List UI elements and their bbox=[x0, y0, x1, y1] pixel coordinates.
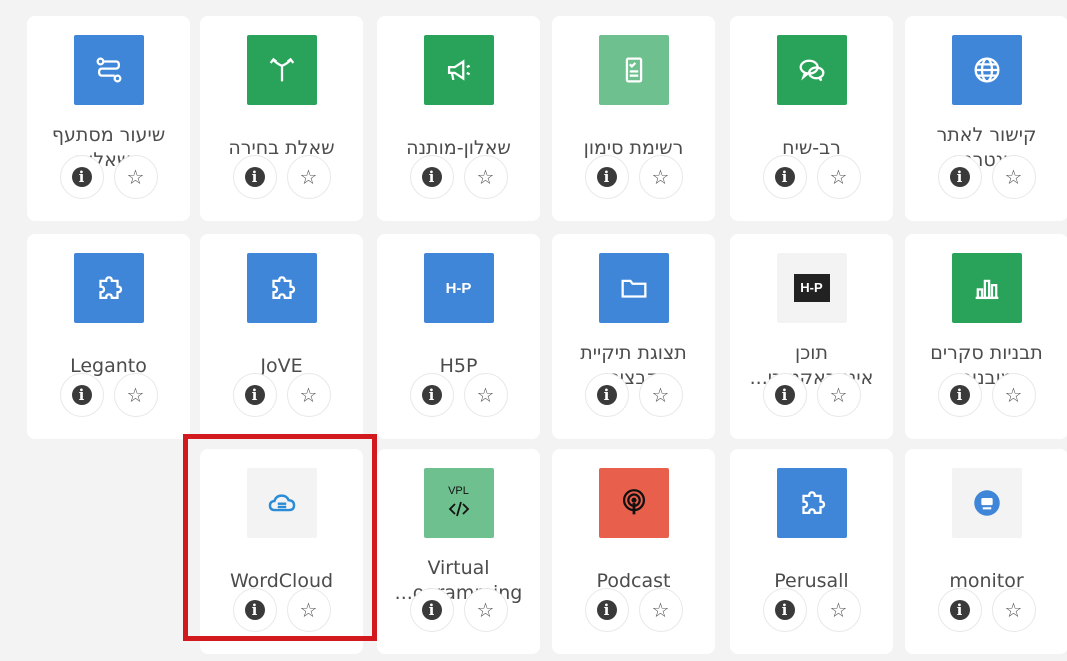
star-icon: ☆ bbox=[1004, 598, 1023, 622]
star-button[interactable]: ☆ bbox=[816, 588, 861, 632]
info-button[interactable]: i bbox=[584, 155, 629, 199]
star-icon: ☆ bbox=[651, 598, 670, 622]
info-button[interactable]: i bbox=[232, 155, 277, 199]
star-button[interactable]: ☆ bbox=[113, 155, 158, 199]
star-icon: ☆ bbox=[126, 165, 145, 189]
star-icon: ☆ bbox=[1004, 165, 1023, 189]
highlight-box bbox=[183, 434, 377, 641]
info-icon: i bbox=[596, 385, 617, 405]
star-icon: ☆ bbox=[829, 383, 848, 407]
info-button[interactable]: i bbox=[59, 155, 104, 199]
star-button[interactable]: ☆ bbox=[113, 373, 158, 417]
vpl-text: VPL bbox=[448, 484, 469, 497]
info-icon: i bbox=[774, 167, 795, 187]
puzzle-icon bbox=[246, 253, 317, 323]
info-button[interactable]: i bbox=[762, 588, 807, 632]
info-icon: i bbox=[949, 600, 970, 620]
info-button[interactable]: i bbox=[59, 373, 104, 417]
star-button[interactable]: ☆ bbox=[991, 155, 1036, 199]
info-icon: i bbox=[596, 600, 617, 620]
h5p-icon: H-P bbox=[776, 253, 847, 323]
branch-icon bbox=[73, 35, 144, 105]
info-icon: i bbox=[596, 167, 617, 187]
info-icon: i bbox=[949, 385, 970, 405]
h5p-icon: H-P bbox=[423, 253, 494, 323]
tile-forum[interactable]: רב-שיח i ☆ bbox=[730, 16, 893, 221]
info-icon: i bbox=[421, 600, 442, 620]
info-icon: i bbox=[244, 385, 265, 405]
star-icon: ☆ bbox=[126, 383, 145, 407]
info-icon: i bbox=[244, 167, 265, 187]
tile-h5p[interactable]: H-P H5P i ☆ bbox=[377, 234, 540, 439]
star-button[interactable]: ☆ bbox=[463, 155, 508, 199]
chat-bubbles-icon bbox=[776, 35, 847, 105]
info-button[interactable]: i bbox=[584, 373, 629, 417]
checklist-icon bbox=[598, 35, 669, 105]
star-button[interactable]: ☆ bbox=[816, 155, 861, 199]
info-icon: i bbox=[774, 600, 795, 620]
info-icon: i bbox=[71, 167, 92, 187]
star-button[interactable]: ☆ bbox=[463, 373, 508, 417]
star-button[interactable]: ☆ bbox=[991, 373, 1036, 417]
tile-feedback[interactable]: שאלון-מותנה i ☆ bbox=[377, 16, 540, 221]
info-button[interactable]: i bbox=[409, 155, 454, 199]
bar-chart-icon bbox=[951, 253, 1022, 323]
globe-icon bbox=[951, 35, 1022, 105]
tile-folder[interactable]: תצוגת תיקיית קבצים i ☆ bbox=[552, 234, 715, 439]
star-icon: ☆ bbox=[1004, 383, 1023, 407]
tile-jove[interactable]: JoVE i ☆ bbox=[200, 234, 363, 439]
tile-perusall[interactable]: Perusall i ☆ bbox=[730, 449, 893, 654]
code-icon: VPL bbox=[423, 468, 494, 538]
info-button[interactable]: i bbox=[409, 373, 454, 417]
star-icon: ☆ bbox=[829, 598, 848, 622]
tile-leganto[interactable]: Leganto i ☆ bbox=[27, 234, 190, 439]
info-button[interactable]: i bbox=[762, 155, 807, 199]
info-button[interactable]: i bbox=[937, 155, 982, 199]
monitor-badge-icon bbox=[951, 468, 1022, 538]
info-icon: i bbox=[421, 167, 442, 187]
star-button[interactable]: ☆ bbox=[286, 373, 331, 417]
info-button[interactable]: i bbox=[584, 588, 629, 632]
activity-chooser-grid: קישור לאתר אינטרנט i ☆ רב-שיח i ☆ רשימת … bbox=[0, 0, 1067, 661]
info-icon: i bbox=[949, 167, 970, 187]
star-icon: ☆ bbox=[651, 165, 670, 189]
puzzle-icon bbox=[73, 253, 144, 323]
star-button[interactable]: ☆ bbox=[463, 588, 508, 632]
tile-survey[interactable]: תבניות סקרים מובנות i ☆ bbox=[905, 234, 1067, 439]
tile-url[interactable]: קישור לאתר אינטרנט i ☆ bbox=[905, 16, 1067, 221]
tile-podcast[interactable]: Podcast i ☆ bbox=[552, 449, 715, 654]
info-icon: i bbox=[774, 385, 795, 405]
info-button[interactable]: i bbox=[937, 588, 982, 632]
signpost-icon bbox=[246, 35, 317, 105]
star-button[interactable]: ☆ bbox=[286, 155, 331, 199]
info-button[interactable]: i bbox=[762, 373, 807, 417]
info-button[interactable]: i bbox=[232, 373, 277, 417]
star-icon: ☆ bbox=[476, 383, 495, 407]
info-button[interactable]: i bbox=[937, 373, 982, 417]
star-button[interactable]: ☆ bbox=[816, 373, 861, 417]
star-button[interactable]: ☆ bbox=[638, 155, 683, 199]
tile-choice[interactable]: שאלת בחירה i ☆ bbox=[200, 16, 363, 221]
star-icon: ☆ bbox=[829, 165, 848, 189]
tile-vpl[interactable]: VPL Virtual ...ogramming i ☆ bbox=[377, 449, 540, 654]
tile-monitor[interactable]: monitor i ☆ bbox=[905, 449, 1067, 654]
megaphone-icon bbox=[423, 35, 494, 105]
info-button[interactable]: i bbox=[409, 588, 454, 632]
tile-checklist[interactable]: רשימת סימון i ☆ bbox=[552, 16, 715, 221]
folder-icon bbox=[598, 253, 669, 323]
star-icon: ☆ bbox=[299, 383, 318, 407]
info-icon: i bbox=[421, 385, 442, 405]
tile-lesson[interactable]: שיעור מסתעף בשאלות i ☆ bbox=[27, 16, 190, 221]
star-icon: ☆ bbox=[299, 165, 318, 189]
tile-interactive-content[interactable]: H-P תוכן אינטראקטיבי... i ☆ bbox=[730, 234, 893, 439]
star-button[interactable]: ☆ bbox=[991, 588, 1036, 632]
puzzle-icon bbox=[776, 468, 847, 538]
star-button[interactable]: ☆ bbox=[638, 588, 683, 632]
star-icon: ☆ bbox=[651, 383, 670, 407]
star-icon: ☆ bbox=[476, 598, 495, 622]
star-icon: ☆ bbox=[476, 165, 495, 189]
star-button[interactable]: ☆ bbox=[638, 373, 683, 417]
info-icon: i bbox=[71, 385, 92, 405]
podcast-icon bbox=[598, 468, 669, 538]
